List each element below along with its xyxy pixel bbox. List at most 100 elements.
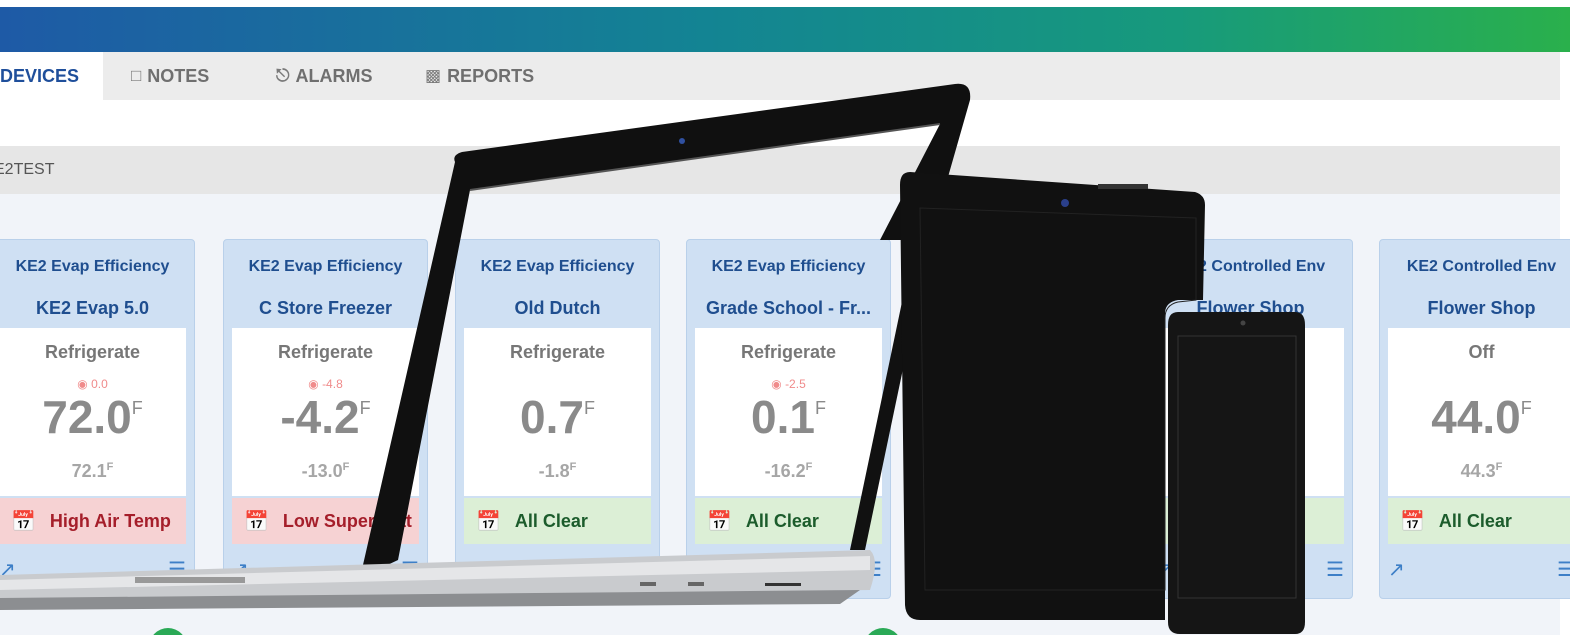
secondary-temperature: -16.2F — [695, 461, 882, 482]
device-card[interactable]: KE2 Evap Efficiency Grade School - C... … — [917, 239, 1122, 599]
status-badge[interactable]: 📅 All Clear — [926, 498, 1113, 544]
list-icon[interactable]: ☰ — [1557, 557, 1570, 582]
card-footer: ↗ ☰ — [926, 553, 1113, 585]
secondary-unit: F — [1495, 461, 1503, 473]
card-footer: ↗ ☰ — [232, 553, 419, 585]
temperature-unit: F — [1289, 398, 1301, 418]
secondary-value: -16.2 — [764, 461, 806, 481]
list-icon[interactable]: ☰ — [864, 557, 882, 582]
status-label: All Clear — [745, 510, 819, 531]
trend-chart-icon[interactable]: ↗ — [1388, 557, 1405, 582]
device-reading-panel: Off 44.0 F 44.3F — [1388, 328, 1570, 496]
device-reading-panel: Refrigerate ◉ -4.8 -4.2F -13.0F — [232, 328, 419, 496]
trend-chart-icon[interactable]: ↗ — [232, 557, 249, 582]
status-badge[interactable]: 📅 All Clear — [464, 498, 651, 544]
calendar-icon: 📅 — [1169, 510, 1194, 533]
secondary-value: 40.4 — [1229, 461, 1265, 481]
main-temperature: 42.7F — [1157, 390, 1344, 444]
group-filter-bar[interactable]: E2TEST — [0, 146, 1560, 194]
setpoint: ◉ 37.0 — [926, 377, 1113, 391]
device-reading-panel: Off ◉ 37.0 37.6F 32.3F — [926, 328, 1113, 496]
target-icon: ◉ — [308, 377, 319, 391]
device-name[interactable]: Grade School - C... — [918, 298, 1121, 319]
trend-chart-icon[interactable]: ↗ — [0, 557, 16, 582]
status-badge[interactable]: 📅 All Clear — [695, 498, 882, 544]
status-label: High Air Temp — [49, 510, 171, 531]
tab-reports[interactable]: ▩ REPORTS — [425, 52, 534, 100]
list-icon[interactable]: ☰ — [168, 557, 186, 582]
status-label: Low Superheat — [282, 510, 412, 531]
list-icon[interactable]: ☰ — [401, 557, 419, 582]
notes-icon: □ — [131, 66, 142, 85]
secondary-temperature: 32.3F — [926, 461, 1113, 482]
status-badge[interactable]: 📅 Low Superheat — [232, 498, 419, 544]
main-temperature: -4.2F — [232, 390, 419, 444]
device-card[interactable]: KE2 Evap Efficiency C Store Freezer Refr… — [223, 239, 428, 599]
device-card[interactable]: KE2 Controlled Env Flower Shop Off 44.0 F… — [1379, 239, 1570, 599]
device-mode: Refrigerate — [740, 342, 837, 362]
trend-chart-icon[interactable]: ↗ — [1157, 557, 1174, 582]
setpoint-value: 37.0 — [1014, 377, 1039, 391]
device-type: KE2 Controlled Env — [1406, 258, 1557, 275]
device-card[interactable]: KE2 Evap Efficiency Old Dutch Refrigerat… — [455, 239, 660, 599]
trend-chart-icon[interactable]: ↗ — [695, 557, 712, 582]
device-name[interactable]: Flower Shop — [1149, 298, 1352, 319]
device-mode: Refrigerate — [44, 342, 141, 362]
main-temperature: 0.1F — [695, 390, 882, 444]
device-mode: Off — [1468, 342, 1495, 362]
setpoint-value: -2.5 — [785, 377, 806, 391]
list-icon[interactable]: ☰ — [633, 557, 651, 582]
list-icon[interactable]: ☰ — [1095, 557, 1113, 582]
status-label: All Clear — [976, 510, 1050, 531]
tab-alarms[interactable]: ⎋ ALARMS — [276, 52, 372, 100]
status-badge[interactable]: 📅 High Air Temp — [0, 498, 186, 544]
device-type: KE2 Evap Efficiency — [711, 258, 866, 275]
card-footer: ↗ ☰ — [695, 553, 882, 585]
device-name[interactable]: KE2 Evap 5.0 — [0, 298, 194, 319]
status-badge[interactable]: 📅 All Clear — [1388, 498, 1570, 544]
status-label: All Clear — [1438, 510, 1512, 531]
device-type: KE2 Evap Efficiency — [248, 258, 403, 275]
device-card[interactable]: KE2 Controlled Env Flower Shop Off 42.7F… — [1148, 239, 1353, 599]
device-name[interactable]: Old Dutch — [456, 298, 659, 319]
secondary-value: -1.8 — [538, 461, 570, 481]
card-footer: ↗ ☰ — [1388, 553, 1570, 585]
secondary-value: -13.0 — [301, 461, 343, 481]
secondary-temperature: 44.3F — [1388, 461, 1570, 482]
temperature-unit: F — [583, 398, 595, 418]
temperature-unit: F — [131, 398, 143, 418]
status-badge[interactable]: 📅 All Clear — [1157, 498, 1344, 544]
tab-reports-label: REPORTS — [447, 65, 535, 86]
device-name[interactable]: Grade School - Fr... — [687, 298, 890, 319]
top-header-bar — [0, 7, 1570, 52]
secondary-temperature: -1.8F — [464, 461, 651, 482]
device-name[interactable]: Flower Shop — [1380, 298, 1570, 319]
device-type: KE2 Evap Efficiency — [480, 258, 635, 275]
temperature-value: 44.0 — [1431, 391, 1521, 443]
trend-chart-icon[interactable]: ↗ — [464, 557, 481, 582]
secondary-unit: F — [342, 461, 350, 473]
tab-notes[interactable]: □ NOTES — [131, 52, 209, 100]
setpoint-value: -4.8 — [322, 377, 343, 391]
temperature-unit: F — [1058, 398, 1070, 418]
temperature-value: 72.0 — [42, 391, 132, 443]
calendar-icon: 📅 — [938, 510, 963, 533]
device-card[interactable]: KE2 Evap Efficiency Grade School - Fr...… — [686, 239, 891, 599]
tab-devices[interactable]: DEVICES — [0, 52, 103, 100]
setpoint: ◉ -4.8 — [232, 377, 419, 391]
setpoint-value: 0.0 — [91, 377, 108, 391]
device-reading-panel: Refrigerate 0.7F -1.8F — [464, 328, 651, 496]
group-filter-label: E2TEST — [0, 161, 55, 178]
secondary-temperature: 72.1F — [0, 461, 186, 482]
card-footer: ↗ ☰ — [464, 553, 651, 585]
tab-alarms-label: ALARMS — [295, 65, 373, 86]
list-icon[interactable]: ☰ — [1326, 557, 1344, 582]
device-mode: Refrigerate — [509, 342, 606, 362]
secondary-value: 72.1 — [71, 461, 107, 481]
device-card[interactable]: KE2 Evap Efficiency KE2 Evap 5.0 Refrige… — [0, 239, 195, 599]
target-icon: ◉ — [771, 377, 782, 391]
calendar-icon: 📅 — [1400, 510, 1425, 533]
device-name[interactable]: C Store Freezer — [224, 298, 427, 319]
trend-chart-icon[interactable]: ↗ — [926, 557, 943, 582]
secondary-unit: F — [106, 461, 114, 473]
